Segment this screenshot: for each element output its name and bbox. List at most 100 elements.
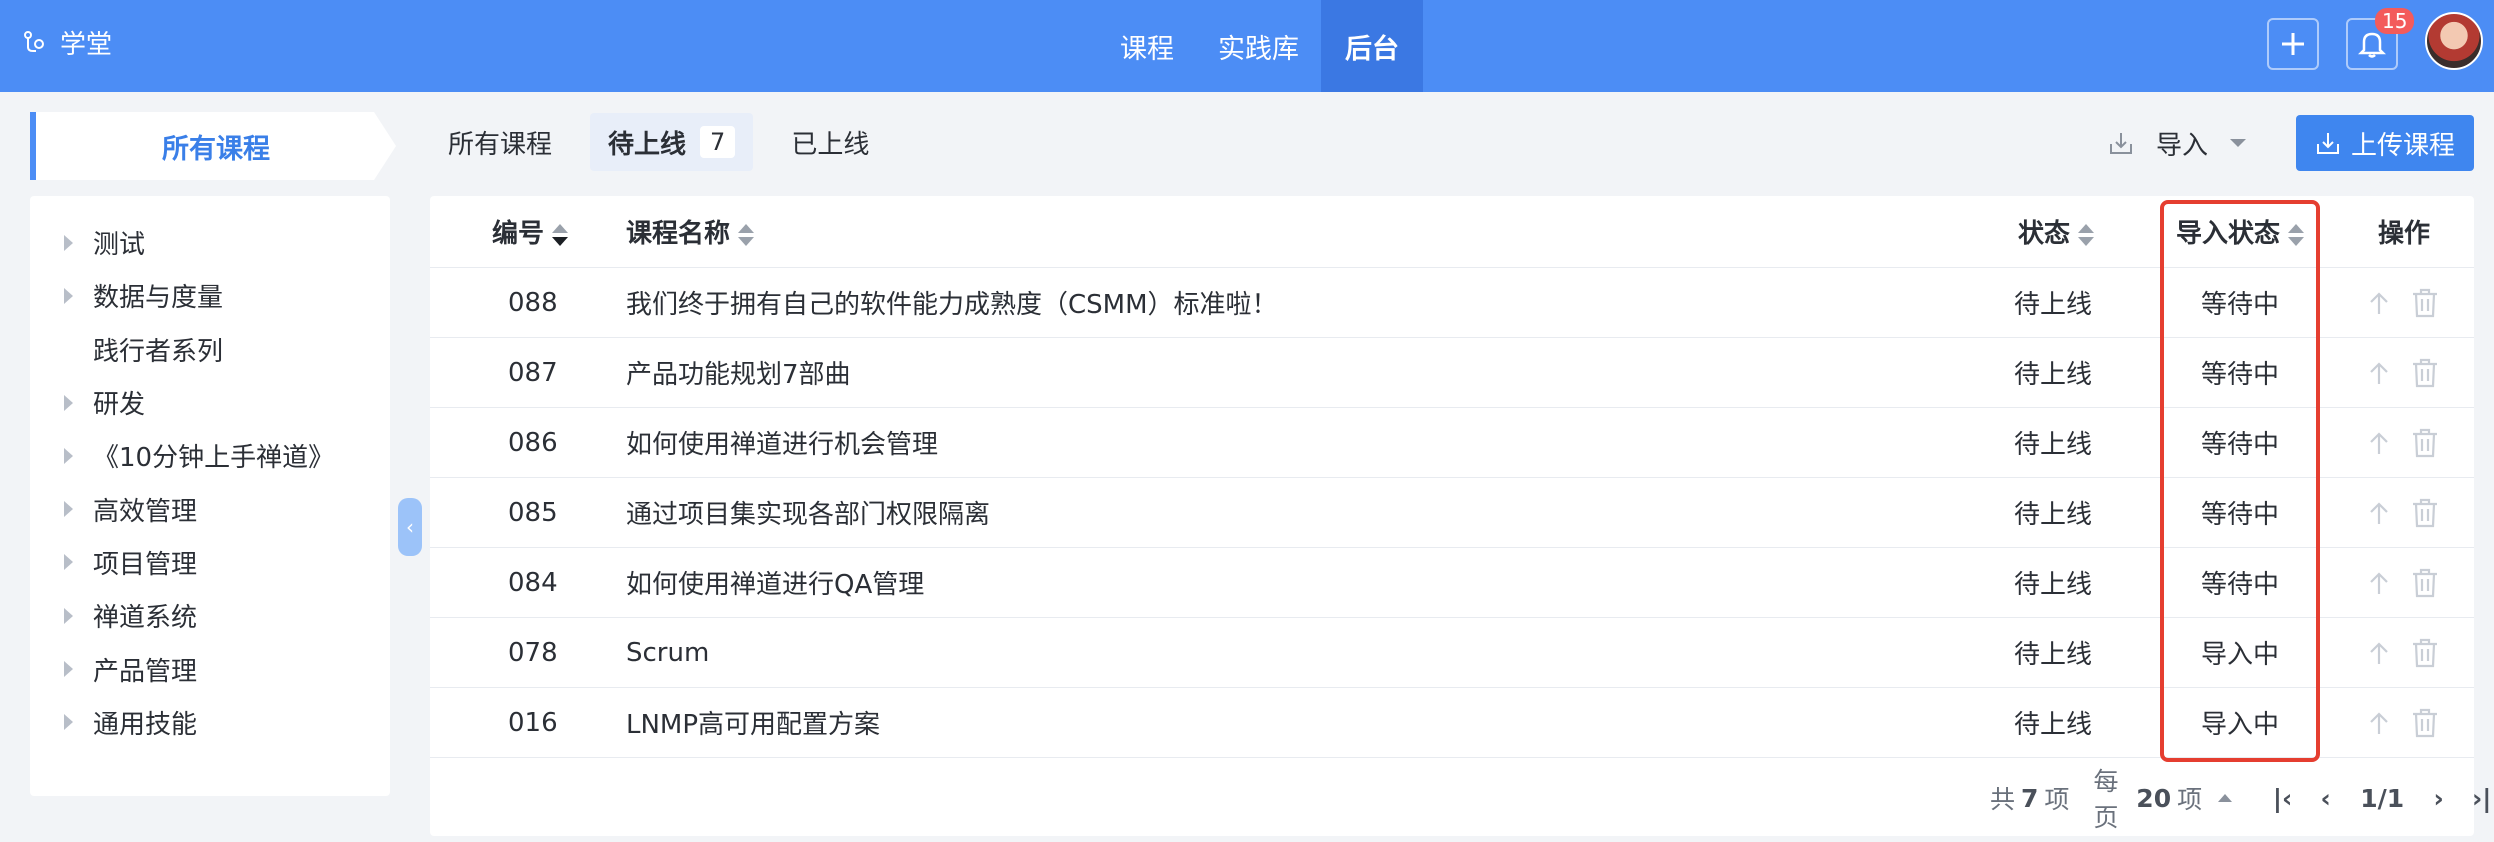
tab-label: 已上线 (791, 129, 870, 160)
delete-button[interactable] (2410, 427, 2440, 459)
caret-right-icon (64, 394, 73, 411)
tree-item-label: 《10分钟上手禅道》 (93, 443, 335, 474)
cell-course-name[interactable]: 我们终于拥有自己的软件能力成熟度（CSMM）标准啦！ (626, 284, 1278, 321)
brand[interactable]: 学堂 (22, 0, 112, 84)
tree-item-label: 测试 (93, 230, 146, 261)
cell-status: 待上线 (2014, 570, 2093, 600)
tree-item-label: 产品管理 (93, 656, 198, 687)
move-up-button[interactable] (2368, 710, 2390, 736)
import-dropdown[interactable]: 导入 (2108, 118, 2247, 168)
tab-all-courses[interactable]: 所有课程 (430, 113, 570, 171)
tree-item-practitioner-series[interactable]: 践行者系列 (30, 323, 390, 376)
table-row[interactable]: 084 如何使用禅道进行QA管理 待上线 等待中 (430, 548, 2474, 618)
upload-label: 上传课程 (2350, 130, 2455, 161)
sidebar-title-all-courses[interactable]: 所有课程 (30, 112, 396, 180)
cell-ops (2340, 427, 2468, 459)
arrow-up-icon (2370, 361, 2388, 384)
last-page-button[interactable]: ›| (2463, 784, 2494, 813)
move-up-button[interactable] (2368, 360, 2390, 386)
nav-practice-library[interactable]: 实践库 (1196, 0, 1321, 92)
cell-course-name[interactable]: LNMP高可用配置方案 (626, 704, 880, 741)
cell-status: 待上线 (2014, 500, 2093, 530)
tree-item-zentao-system[interactable]: 禅道系统 (30, 589, 390, 642)
tree-item-label: 研发 (93, 390, 146, 421)
cell-import-status: 等待中 (2200, 360, 2279, 390)
column-header-name[interactable]: 课程名称 (626, 213, 755, 250)
tree-item-label: 数据与度量 (93, 283, 224, 314)
cell-id: 088 (508, 287, 558, 318)
arrow-up-icon (2370, 571, 2388, 594)
delete-button[interactable] (2410, 357, 2440, 389)
cell-id: 085 (508, 497, 558, 528)
upload-icon (2316, 133, 2339, 154)
tree-item-data-metrics[interactable]: 数据与度量 (30, 269, 390, 322)
cell-course-name[interactable]: 如何使用禅道进行机会管理 (626, 424, 938, 461)
move-up-button[interactable] (2368, 500, 2390, 526)
sidebar-collapse-handle[interactable]: ‹ (398, 498, 422, 556)
move-up-button[interactable] (2368, 570, 2390, 596)
pager-total-suffix: 项 (2044, 785, 2070, 814)
first-page-button[interactable]: |‹ (2264, 784, 2301, 813)
arrow-up-icon (2370, 501, 2388, 524)
prev-page-button[interactable]: ‹ (2307, 784, 2344, 813)
table-row[interactable]: 016 LNMP高可用配置方案 待上线 导入中 (430, 688, 2474, 758)
trash-icon (2413, 638, 2437, 667)
cell-ops (2340, 567, 2468, 599)
upload-course-button[interactable]: 上传课程 (2296, 115, 2474, 171)
caret-down-icon (2230, 139, 2247, 147)
per-page-selector[interactable]: 每页 20 项 (2093, 762, 2258, 834)
trash-icon (2413, 428, 2437, 457)
nav-backend[interactable]: 后台 (1321, 0, 1423, 92)
import-label: 导入 (2156, 130, 2209, 161)
cell-import-status: 等待中 (2200, 500, 2279, 530)
tree-item-project-management[interactable]: 项目管理 (30, 536, 390, 589)
user-avatar[interactable] (2425, 12, 2483, 70)
tree-item-label: 项目管理 (93, 549, 198, 580)
delete-button[interactable] (2410, 497, 2440, 529)
table-row[interactable]: 087 产品功能规划7部曲 待上线 等待中 (430, 338, 2474, 408)
table-row[interactable]: 086 如何使用禅道进行机会管理 待上线 等待中 (430, 408, 2474, 478)
create-button[interactable] (2267, 18, 2319, 70)
plus-icon (2282, 33, 2304, 55)
category-tree: 测试 数据与度量 践行者系列 研发 《10分钟上手禅道》 高效管理 项目管理 禅… (30, 196, 390, 796)
delete-button[interactable] (2410, 287, 2440, 319)
delete-button[interactable] (2410, 707, 2440, 739)
move-up-button[interactable] (2368, 640, 2390, 666)
table-row[interactable]: 085 通过项目集实现各部门权限隔离 待上线 等待中 (430, 478, 2474, 548)
sort-icon (2078, 223, 2095, 247)
trash-icon (2413, 288, 2437, 317)
column-header-status[interactable]: 状态 (2018, 213, 2138, 250)
tab-pending[interactable]: 待上线 7 (590, 113, 754, 171)
nav-courses[interactable]: 课程 (1098, 0, 1196, 92)
tree-item-general-skills[interactable]: 通用技能 (30, 696, 390, 749)
caret-right-icon (64, 447, 73, 464)
cell-import-status: 导入中 (2200, 640, 2279, 670)
tree-item-rnd[interactable]: 研发 (30, 376, 390, 429)
cell-status: 待上线 (2014, 290, 2093, 320)
move-up-button[interactable] (2368, 290, 2390, 316)
arrow-up-icon (2370, 641, 2388, 664)
cell-course-name[interactable]: 如何使用禅道进行QA管理 (626, 564, 924, 601)
column-label: 状态 (2018, 219, 2071, 249)
tree-item-label: 通用技能 (93, 709, 198, 740)
tab-published[interactable]: 已上线 (773, 113, 887, 171)
table-row[interactable]: 088 我们终于拥有自己的软件能力成熟度（CSMM）标准啦！ 待上线 等待中 (430, 268, 2474, 338)
tree-item-test[interactable]: 测试 (30, 216, 390, 269)
brand-name: 学堂 (60, 29, 113, 60)
cell-course-name[interactable]: 通过项目集实现各部门权限隔离 (626, 494, 990, 531)
next-page-button[interactable]: › (2420, 784, 2457, 813)
caret-right-icon (64, 714, 73, 731)
column-header-id[interactable]: 编号 (492, 213, 612, 250)
caret-right-icon (64, 501, 73, 518)
column-header-import-status[interactable]: 导入状态 (2168, 213, 2312, 250)
trash-icon (2413, 498, 2437, 527)
tree-item-zentao-10min[interactable]: 《10分钟上手禅道》 (30, 429, 390, 482)
delete-button[interactable] (2410, 567, 2440, 599)
cell-course-name[interactable]: Scrum (626, 638, 709, 668)
tree-item-efficient-management[interactable]: 高效管理 (30, 482, 390, 535)
tree-item-product-management[interactable]: 产品管理 (30, 642, 390, 695)
delete-button[interactable] (2410, 637, 2440, 669)
move-up-button[interactable] (2368, 430, 2390, 456)
cell-course-name[interactable]: 产品功能规划7部曲 (626, 354, 851, 391)
table-row[interactable]: 078 Scrum 待上线 导入中 (430, 618, 2474, 688)
